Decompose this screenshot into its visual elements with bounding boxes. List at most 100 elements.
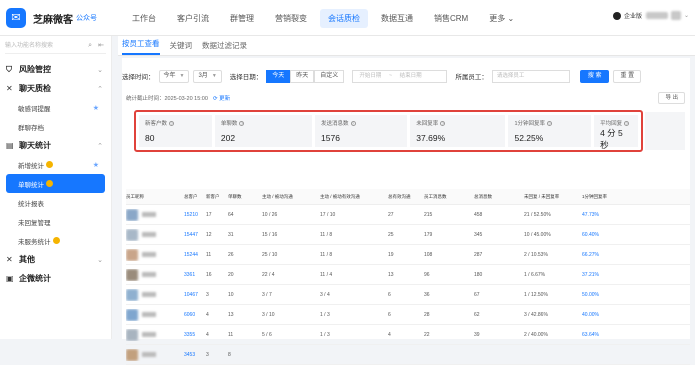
nav-item-2[interactable]: 群管理 [222,9,262,28]
sidebar-search[interactable]: 输入功能名称搜索 ⌕ ⇤ [5,40,106,54]
table-cell[interactable]: 37.21% [582,272,620,278]
table-cell[interactable]: 66.27% [582,252,620,258]
column-header[interactable]: 总消息数 [474,194,524,200]
table-cell[interactable]: 6060 [184,312,206,318]
export-button[interactable]: 导 出 [658,92,685,104]
table-cell[interactable]: 15244 [184,252,206,258]
account-switch[interactable]: 公众号 [76,13,97,23]
month-select[interactable]: 3月 ▼ [193,69,222,83]
table-cell[interactable]: 3361 [184,272,206,278]
tab-2[interactable]: 数据过滤记录 [202,40,247,55]
table-cell: 179 [424,231,433,238]
stat-label: 单聊数? [221,119,306,127]
collapse-icon[interactable]: ⇤ [98,40,104,52]
help-icon[interactable]: ? [440,121,446,127]
reset-button[interactable]: 重 置 [613,69,642,83]
help-icon[interactable]: ? [624,121,630,127]
table-cell[interactable]: 60.40% [582,232,620,238]
date-range-picker[interactable]: 开始日期 ~ 结束日期 [352,69,448,83]
nav-item-3[interactable]: 营销裂变 [267,9,315,28]
tab-1[interactable]: 关键词 [170,40,193,55]
nav-item-5[interactable]: 数据互通 [373,9,421,28]
sidebar-search-input[interactable]: 输入功能名称搜索 [5,43,53,49]
stat-value: 37.69% [416,133,446,143]
employee-cell[interactable] [126,248,184,261]
sidebar-group-0[interactable]: ⛉ 风险管控 ⌄ [0,60,111,79]
sidebar-item-2-4[interactable]: 未服务统计 [0,231,111,250]
table-cell: 6 [388,291,391,298]
help-icon[interactable]: ? [350,121,356,127]
sidebar-item-2-0[interactable]: 新增统计 ★ [0,155,111,174]
employee-cell[interactable] [126,268,184,281]
column-header[interactable]: 单聊数 [228,194,262,200]
nav-item-4[interactable]: 会话质检 [320,8,368,28]
column-header[interactable]: 主动 / 被动沟通 [262,194,320,200]
employee-cell[interactable] [126,228,184,241]
table-cell: 3 [206,291,209,298]
help-icon[interactable]: ? [169,121,175,127]
table-cell: 11 / 8 [320,251,333,258]
stat-value: 1576 [321,133,340,143]
nav-item-7[interactable]: 更多 ⌄ [481,9,522,28]
table-cell[interactable]: 40.00% [582,312,620,318]
date-quick-button-1[interactable]: 昨天 [290,69,315,83]
sidebar-group-2[interactable]: ▤ 聊天统计 ⌃ [0,136,111,155]
refresh-link[interactable]: ⟳ 更新 [213,94,230,102]
table-cell[interactable]: 10467 [184,292,206,298]
sidebar-group-1[interactable]: ✕ 聊天质检 ⌃ [0,79,111,98]
column-header[interactable]: 1分钟回复率 [582,194,620,200]
nav-item-6[interactable]: 销售CRM [426,9,476,28]
employee-select[interactable]: 请选择员工 [491,69,570,83]
sidebar-item-2-2[interactable]: 统计报表 [0,193,111,212]
table-cell[interactable]: 15447 [184,232,206,238]
nav-item-0[interactable]: 工作台 [124,9,164,28]
employee-cell[interactable] [126,308,184,321]
tab-0[interactable]: 按员工查看 [122,38,160,55]
star-icon[interactable]: ★ [93,104,99,112]
chevron-down-icon[interactable]: ⌄ [684,12,689,19]
sidebar-item-2-1[interactable]: 单聊统计 [6,174,105,193]
table-cell: 10 [228,291,234,298]
table-cell: 1 / 6.67% [524,271,546,278]
sidebar-group-4[interactable]: ▣ 企微统计 [0,269,111,288]
search-button[interactable]: 搜 索 [579,69,610,83]
date-quick-buttons: 今天 昨天 自定义 [266,69,345,83]
sidebar-group-3[interactable]: ✕ 其他 ⌄ [0,250,111,269]
employee-name-redacted [142,232,156,237]
user-menu[interactable]: 企业版 ⌄ [612,11,689,20]
table-cell[interactable]: 47.73% [582,212,620,218]
star-icon[interactable]: ★ [93,161,99,169]
date-quick-button-0[interactable]: 今天 [266,69,291,83]
help-icon[interactable]: ? [547,121,553,127]
nav-item-1[interactable]: 客户引流 [169,9,217,28]
chevron-down-icon: ⌄ [97,256,103,264]
sidebar-item-1-1[interactable]: 群聊存档 [0,117,111,136]
column-header[interactable]: 新客户 [206,194,228,200]
table-cell: 2 / 10.53% [524,251,548,258]
sidebar-item-1-0[interactable]: 敏感词提醒 ★ [0,98,111,117]
table-cell: 17 / 10 [320,211,336,218]
employee-cell[interactable] [126,348,184,361]
year-select[interactable]: 今年 ▼ [158,69,190,83]
column-header[interactable]: 员工消息数 [424,194,474,200]
column-header[interactable]: 总客户 [184,194,206,200]
employee-cell[interactable] [126,288,184,301]
main-nav: 工作台 客户引流 群管理 营销裂变 会话质检 数据互通 销售CRM 更多 ⌄ [124,0,527,36]
help-icon[interactable]: ? [239,121,245,127]
search-icon[interactable]: ⌕ [88,40,92,52]
table-cell[interactable]: 63.64% [582,332,620,338]
table-cell[interactable]: 3453 [184,352,206,358]
employee-cell[interactable] [126,208,184,221]
table-cell: 27 [388,211,394,218]
table-cell[interactable]: 3355 [184,332,206,338]
column-header[interactable]: 主动 / 被动有效沟通 [320,194,388,200]
column-header[interactable]: 未回复 / 未回复率 [524,194,582,200]
table-cell: 25 [388,231,394,238]
avatar [126,208,138,221]
sidebar-item-2-3[interactable]: 未回复管理 [0,212,111,231]
date-quick-button-2[interactable]: 自定义 [314,69,345,83]
table-cell[interactable]: 15210 [184,212,206,218]
column-header[interactable]: 总有效沟通 [388,194,424,200]
brand-logo[interactable]: ✉ [6,8,26,28]
table-cell[interactable]: 50.00% [582,292,620,298]
